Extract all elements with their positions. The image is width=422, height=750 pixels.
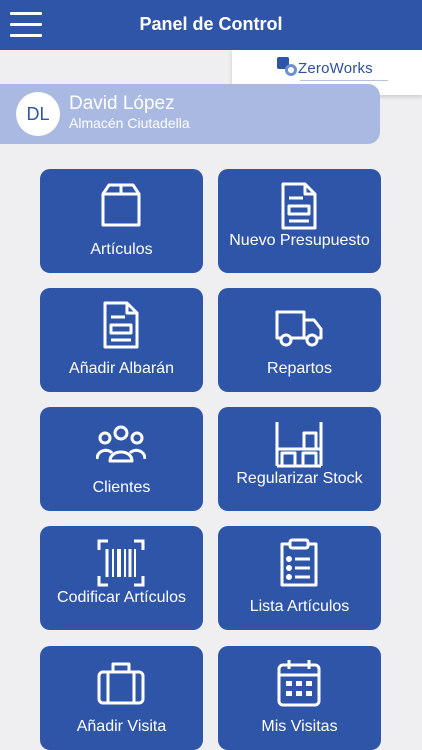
avatar: DL: [16, 92, 60, 136]
tile-clientes[interactable]: Clientes: [40, 407, 203, 511]
tile-regularizar-stock[interactable]: Regularizar Stock: [218, 407, 381, 511]
tile-label: Codificar Artículos: [57, 589, 186, 606]
tile-mis-visitas[interactable]: Mis Visitas: [218, 646, 381, 750]
tile-label: Clientes: [92, 479, 151, 496]
tile-label: Lista Artículos: [249, 598, 350, 615]
top-bar: Panel de Control: [0, 0, 422, 50]
tile-label: Añadir Visita: [76, 718, 167, 735]
brand-underline: [300, 80, 388, 81]
tile-nuevo-presupuesto[interactable]: Nuevo Presupuesto: [218, 169, 381, 273]
box-icon: [101, 183, 141, 227]
users-icon: [96, 425, 146, 463]
brand-name: ZeroWorks: [298, 60, 373, 77]
shelves-icon: [275, 422, 323, 468]
zeroworks-logo-icon: [277, 57, 297, 76]
tile-label: Mis Visitas: [261, 718, 338, 735]
document-icon: [281, 182, 317, 230]
tile-anadir-albaran[interactable]: Añadir Albarán: [40, 288, 203, 392]
truck-icon: [275, 310, 323, 347]
briefcase-icon: [97, 662, 145, 705]
tile-label: Repartos: [267, 360, 332, 377]
tile-label: Nuevo Presupuesto: [229, 232, 370, 249]
barcode-icon: [97, 539, 145, 587]
page-title: Panel de Control: [139, 14, 283, 34]
document-icon: [103, 301, 139, 349]
clipboard-list-icon: [280, 538, 318, 587]
tile-lista-articulos[interactable]: Lista Artículos: [218, 526, 381, 630]
tile-label: Regularizar Stock: [236, 470, 363, 487]
calendar-icon: [277, 660, 321, 707]
tile-anadir-visita[interactable]: Añadir Visita: [40, 646, 203, 750]
tile-codificar-articulos[interactable]: Codificar Artículos: [40, 526, 203, 630]
tile-repartos[interactable]: Repartos: [218, 288, 381, 392]
tile-articulos[interactable]: Artículos: [40, 169, 203, 273]
user-name: David López: [69, 93, 175, 114]
user-location: Almacén Ciutadella: [69, 115, 190, 131]
tile-label: Artículos: [90, 241, 153, 258]
user-card[interactable]: DL David López Almacén Ciutadella: [0, 84, 380, 144]
tile-label: Añadir Albarán: [69, 360, 174, 377]
